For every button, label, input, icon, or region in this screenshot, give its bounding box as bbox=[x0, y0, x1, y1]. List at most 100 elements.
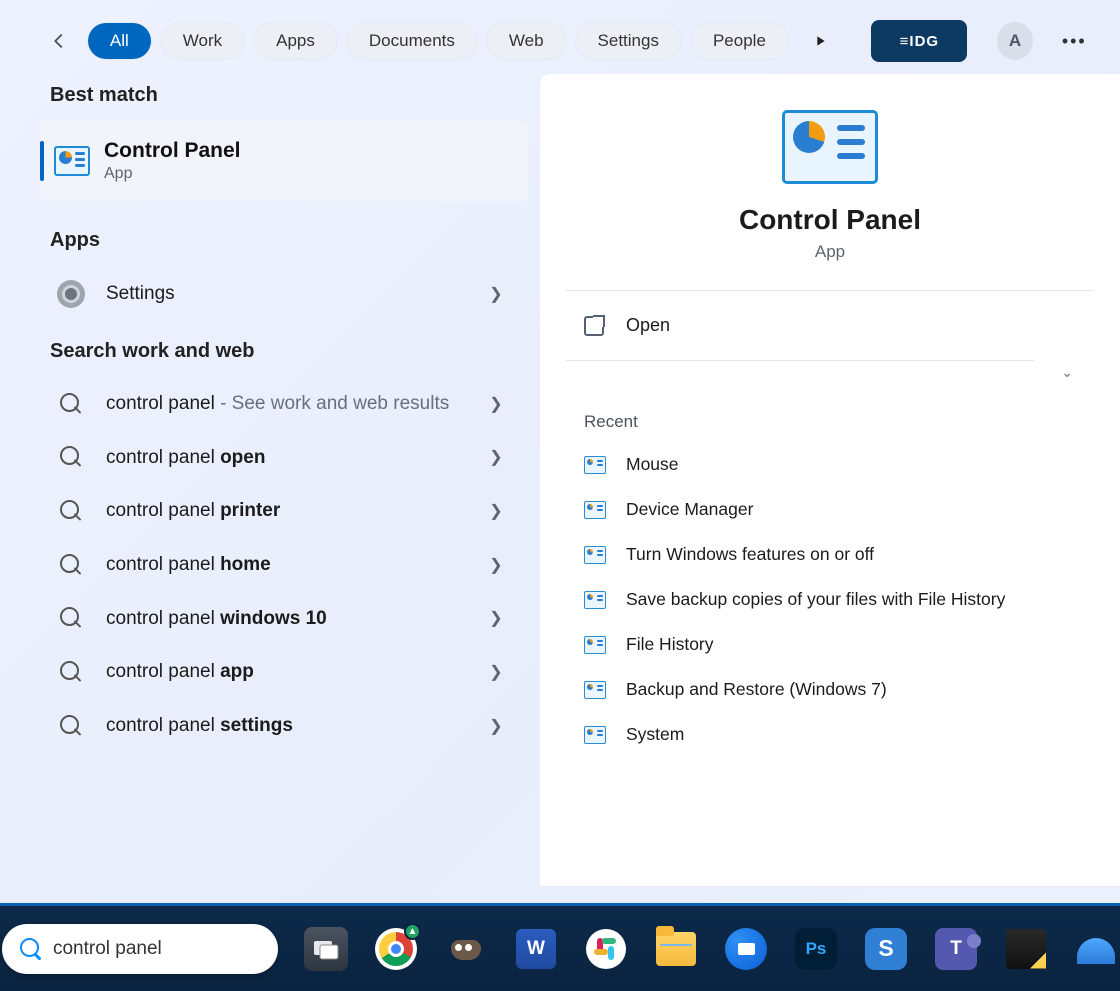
suggestion-text: control panel windows 10 bbox=[106, 606, 522, 632]
chevron-right-icon: ❯ bbox=[486, 447, 506, 467]
control-panel-mini-icon bbox=[584, 636, 606, 654]
recent-label: System bbox=[626, 724, 684, 745]
recent-item[interactable]: File History bbox=[566, 622, 1094, 667]
control-panel-icon bbox=[54, 146, 90, 176]
control-panel-mini-icon bbox=[584, 456, 606, 474]
web-suggestion[interactable]: control panel printer ❯ bbox=[0, 484, 540, 538]
gear-icon bbox=[57, 280, 85, 308]
search-icon bbox=[20, 938, 39, 960]
recent-item[interactable]: System bbox=[566, 712, 1094, 757]
zoom-icon[interactable] bbox=[724, 927, 768, 971]
search-results-area: Best match Control Panel App Apps Settin… bbox=[0, 74, 1120, 886]
snagit-icon[interactable]: S bbox=[864, 927, 908, 971]
chrome-icon[interactable]: ▲ bbox=[374, 927, 418, 971]
search-icon bbox=[60, 607, 82, 629]
teams-icon[interactable]: T bbox=[934, 927, 978, 971]
web-suggestion[interactable]: control panel app ❯ bbox=[0, 645, 540, 699]
best-match-subtitle: App bbox=[104, 165, 241, 183]
detail-title: Control Panel bbox=[566, 204, 1094, 236]
more-filters-icon[interactable] bbox=[804, 24, 835, 58]
gimp-icon[interactable] bbox=[444, 927, 488, 971]
web-suggestion[interactable]: control panel home ❯ bbox=[0, 538, 540, 592]
detail-subtitle: App bbox=[566, 242, 1094, 262]
recent-label: Mouse bbox=[626, 454, 679, 475]
chevron-right-icon: ❯ bbox=[486, 608, 506, 628]
filter-tab-web[interactable]: Web bbox=[487, 23, 566, 59]
web-suggestion[interactable]: control panel settings ❯ bbox=[0, 699, 540, 753]
section-best-match: Best match bbox=[0, 84, 540, 121]
filter-tab-people[interactable]: People bbox=[691, 23, 788, 59]
app-result-label: Settings bbox=[106, 281, 522, 307]
open-action[interactable]: Open bbox=[566, 291, 1094, 360]
filter-bar: All Work Apps Documents Web Settings Peo… bbox=[0, 0, 1120, 74]
recent-item[interactable]: Turn Windows features on or off bbox=[566, 532, 1094, 577]
chevron-right-icon: ❯ bbox=[486, 716, 506, 736]
search-icon bbox=[60, 446, 82, 468]
control-panel-mini-icon bbox=[584, 681, 606, 699]
recent-label: Backup and Restore (Windows 7) bbox=[626, 679, 887, 700]
best-match-title: Control Panel bbox=[104, 139, 241, 163]
recent-label: Turn Windows features on or off bbox=[626, 544, 874, 565]
overflow-menu-icon[interactable]: ••• bbox=[1059, 24, 1090, 58]
results-list: Best match Control Panel App Apps Settin… bbox=[0, 74, 540, 886]
recent-label: Device Manager bbox=[626, 499, 753, 520]
suggestion-text: control panel settings bbox=[106, 713, 522, 739]
taskbar: ▲ W Ps S T bbox=[0, 903, 1120, 991]
filter-tab-work[interactable]: Work bbox=[161, 23, 244, 59]
control-panel-mini-icon bbox=[584, 591, 606, 609]
suggestion-text: control panel home bbox=[106, 552, 522, 578]
filter-tab-documents[interactable]: Documents bbox=[347, 23, 477, 59]
recent-label: Save backup copies of your files with Fi… bbox=[626, 589, 1005, 610]
word-icon[interactable]: W bbox=[514, 927, 558, 971]
section-apps: Apps bbox=[0, 225, 540, 266]
chevron-right-icon: ❯ bbox=[486, 662, 506, 682]
filter-tab-apps[interactable]: Apps bbox=[254, 23, 337, 59]
search-icon bbox=[60, 393, 82, 415]
suggestion-text: control panel - See work and web results bbox=[106, 391, 522, 417]
control-panel-icon bbox=[782, 110, 878, 184]
suggestion-text: control panel printer bbox=[106, 498, 522, 524]
filter-tab-settings[interactable]: Settings bbox=[576, 23, 681, 59]
photoshop-icon[interactable]: Ps bbox=[794, 927, 838, 971]
recent-item[interactable]: Mouse bbox=[566, 442, 1094, 487]
search-icon bbox=[60, 661, 82, 683]
web-suggestion[interactable]: control panel open ❯ bbox=[0, 431, 540, 485]
best-match-card[interactable]: Control Panel App bbox=[40, 121, 528, 201]
recent-item[interactable]: Backup and Restore (Windows 7) bbox=[566, 667, 1094, 712]
recent-item[interactable]: Device Manager bbox=[566, 487, 1094, 532]
suggestion-text: control panel open bbox=[106, 445, 522, 471]
filter-tab-all[interactable]: All bbox=[88, 23, 151, 59]
divider bbox=[566, 360, 1034, 361]
recent-item[interactable]: Save backup copies of your files with Fi… bbox=[566, 577, 1094, 622]
chevron-right-icon: ❯ bbox=[486, 555, 506, 575]
recent-label: File History bbox=[626, 634, 714, 655]
control-panel-mini-icon bbox=[584, 546, 606, 564]
recent-heading: Recent bbox=[566, 398, 1094, 442]
search-icon bbox=[60, 500, 82, 522]
chevron-down-icon[interactable]: ⌄ bbox=[1048, 355, 1086, 390]
search-icon bbox=[60, 715, 82, 737]
avatar[interactable]: A bbox=[997, 22, 1032, 60]
file-explorer-icon[interactable] bbox=[654, 927, 698, 971]
app-result-settings[interactable]: Settings ❯ bbox=[0, 266, 540, 322]
search-icon bbox=[60, 554, 82, 576]
web-suggestion[interactable]: control panel windows 10 ❯ bbox=[0, 592, 540, 646]
open-label: Open bbox=[626, 315, 670, 336]
back-arrow-icon[interactable] bbox=[46, 27, 72, 55]
detail-pane: Control Panel App Open ⌄ Recent Mouse De… bbox=[540, 74, 1120, 886]
org-badge[interactable]: ≡IDG bbox=[871, 20, 967, 62]
task-view-icon[interactable] bbox=[304, 927, 348, 971]
chevron-right-icon: ❯ bbox=[486, 501, 506, 521]
open-external-icon bbox=[584, 316, 604, 336]
nordvpn-icon[interactable] bbox=[1074, 927, 1118, 971]
suggestion-text: control panel app bbox=[106, 659, 522, 685]
web-suggestion[interactable]: control panel - See work and web results… bbox=[0, 377, 540, 431]
control-panel-mini-icon bbox=[584, 726, 606, 744]
search-input[interactable] bbox=[53, 938, 260, 960]
control-panel-mini-icon bbox=[584, 501, 606, 519]
taskbar-search[interactable] bbox=[2, 924, 278, 974]
sticky-notes-icon[interactable] bbox=[1004, 927, 1048, 971]
section-search-work-web: Search work and web bbox=[0, 322, 540, 377]
chevron-right-icon: ❯ bbox=[486, 394, 506, 414]
slack-icon[interactable] bbox=[584, 927, 628, 971]
